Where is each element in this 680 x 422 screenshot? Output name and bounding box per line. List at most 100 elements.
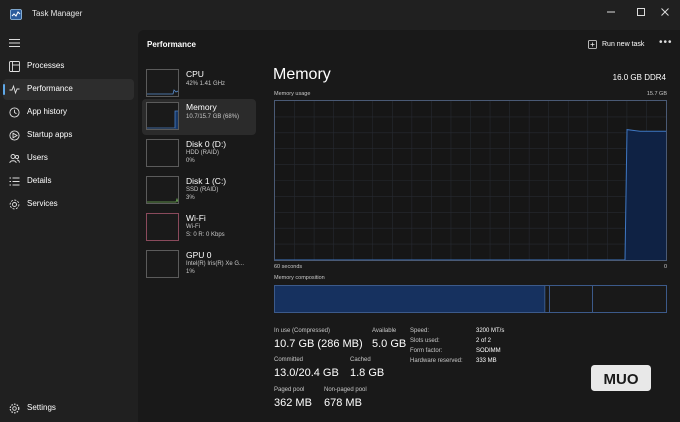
sidebar-item-label: Performance bbox=[27, 84, 73, 93]
memory-usage-graph bbox=[274, 100, 667, 261]
in-use-segment bbox=[275, 286, 545, 312]
memory-heading: Memory bbox=[273, 66, 331, 83]
paged-pool-label: Paged pool bbox=[274, 387, 305, 393]
spec-key: Form factor: bbox=[410, 348, 443, 354]
sidebar-item-app-history[interactable]: App history bbox=[3, 102, 134, 123]
device-wifi[interactable]: Wi-Fi Wi-Fi S: 0 R: 0 Kbps bbox=[142, 210, 256, 246]
in-use-label: In use (Compressed) bbox=[274, 328, 331, 334]
startup-apps-icon bbox=[9, 130, 20, 141]
maximize-icon bbox=[637, 8, 645, 16]
available-value: 5.0 GB bbox=[372, 338, 407, 350]
disk1-thumbnail bbox=[146, 176, 179, 204]
device-memory[interactable]: Memory 10.7/15.7 GB (68%) bbox=[142, 99, 256, 135]
device-name: Disk 0 (D:) bbox=[186, 139, 227, 149]
nonpaged-pool-value: 678 MB bbox=[324, 397, 362, 409]
device-disk1[interactable]: Disk 1 (C:) SSD (RAID) 3% bbox=[142, 173, 256, 209]
close-button[interactable] bbox=[650, 0, 680, 24]
muo-watermark-logo: MUO bbox=[590, 364, 652, 392]
memory-composition-chart bbox=[275, 286, 593, 312]
disk0-thumbnail bbox=[146, 139, 179, 167]
performance-icon bbox=[9, 84, 20, 95]
wifi-thumbnail bbox=[146, 213, 179, 241]
cached-value: 1.8 GB bbox=[350, 367, 385, 379]
device-cpu[interactable]: CPU 42% 1.41 GHz bbox=[142, 66, 256, 102]
sidebar-item-performance[interactable]: Performance bbox=[3, 79, 134, 100]
spec-key: Speed: bbox=[410, 328, 430, 334]
sidebar-item-label: Startup apps bbox=[27, 130, 73, 139]
run-new-task-button[interactable]: Run new task bbox=[588, 36, 644, 52]
cpu-thumbnail bbox=[146, 69, 179, 97]
sidebar-item-label: Settings bbox=[27, 403, 56, 412]
sidebar-item-label: Services bbox=[27, 199, 58, 208]
minimize-icon bbox=[607, 11, 615, 13]
page-title: Performance bbox=[147, 40, 196, 49]
gear-icon bbox=[9, 403, 20, 414]
active-indicator bbox=[3, 84, 5, 95]
device-usage: 0% bbox=[186, 158, 195, 164]
spec-value: 3200 MT/s bbox=[476, 328, 505, 334]
memory-usage-chart bbox=[275, 101, 666, 261]
services-icon bbox=[9, 199, 20, 210]
device-usage: 3% bbox=[186, 195, 195, 201]
sidebar-item-services[interactable]: Services bbox=[3, 194, 134, 215]
device-detail: Intel(R) Iris(R) Xe G... bbox=[186, 261, 245, 267]
spec-key: Slots used: bbox=[410, 338, 440, 344]
device-name: Disk 1 (C:) bbox=[186, 176, 227, 186]
device-name: CPU bbox=[186, 69, 204, 79]
sidebar-item-users[interactable]: Users bbox=[3, 148, 134, 169]
run-new-task-label: Run new task bbox=[602, 40, 645, 48]
task-manager-icon bbox=[10, 9, 22, 20]
committed-value: 13.0/20.4 GB bbox=[274, 367, 339, 379]
app-history-icon bbox=[9, 107, 20, 118]
device-usage: S: 0 R: 0 Kbps bbox=[186, 232, 225, 238]
device-gpu0[interactable]: GPU 0 Intel(R) Iris(R) Xe G... 1% bbox=[142, 247, 256, 283]
hamburger-menu-icon[interactable] bbox=[9, 38, 20, 48]
processes-icon bbox=[9, 61, 20, 72]
users-icon bbox=[9, 154, 20, 164]
device-usage: 1% bbox=[186, 269, 195, 275]
usage-max-label: 15.7 GB bbox=[646, 91, 667, 97]
watermark-text: MUO bbox=[604, 371, 639, 388]
memory-sparkline bbox=[147, 110, 178, 129]
device-detail: Wi-Fi bbox=[186, 224, 200, 230]
window-title: Task Manager bbox=[32, 9, 83, 18]
device-detail: 42% 1.41 GHz bbox=[186, 81, 226, 87]
gpu-thumbnail bbox=[146, 250, 179, 278]
available-label: Available bbox=[372, 328, 397, 334]
disk1-sparkline bbox=[147, 197, 179, 203]
more-options-button[interactable]: ••• bbox=[659, 37, 673, 48]
sidebar-item-processes[interactable]: Processes bbox=[3, 56, 134, 77]
sidebar-item-startup-apps[interactable]: Startup apps bbox=[3, 125, 134, 146]
memory-usage-fill bbox=[625, 129, 666, 260]
cached-label: Cached bbox=[350, 357, 371, 363]
sidebar-item-label: Users bbox=[27, 153, 48, 162]
device-detail: HDD (RAID) bbox=[186, 150, 219, 156]
nonpaged-pool-label: Non-paged pool bbox=[324, 387, 367, 393]
graph-time-right: 0 bbox=[663, 264, 667, 270]
in-use-value: 10.7 GB (286 MB) bbox=[274, 338, 363, 350]
device-name: GPU 0 bbox=[186, 250, 212, 260]
sidebar: Processes Performance App history Startu… bbox=[0, 30, 138, 422]
sidebar-item-label: App history bbox=[27, 107, 68, 116]
device-name: Wi-Fi bbox=[186, 213, 206, 223]
details-icon bbox=[9, 177, 20, 186]
device-disk0[interactable]: Disk 0 (D:) HDD (RAID) 0% bbox=[142, 136, 256, 172]
run-task-icon bbox=[588, 39, 597, 49]
spec-value: SODIMM bbox=[476, 348, 501, 354]
device-name: Memory bbox=[186, 102, 217, 112]
device-detail: 10.7/15.7 GB (68%) bbox=[186, 114, 240, 120]
memory-thumbnail bbox=[146, 102, 179, 130]
title-bar: Task Manager bbox=[0, 0, 680, 30]
minimize-button[interactable] bbox=[596, 0, 626, 24]
usage-graph-label: Memory usage bbox=[274, 91, 311, 97]
paged-pool-value: 362 MB bbox=[274, 397, 312, 409]
sidebar-item-details[interactable]: Details bbox=[3, 171, 134, 192]
spec-value: 333 MB bbox=[476, 358, 497, 364]
memory-composition-bar bbox=[274, 285, 667, 313]
composition-label: Memory composition bbox=[274, 275, 325, 281]
close-icon bbox=[661, 8, 669, 16]
sidebar-item-settings[interactable]: Settings bbox=[3, 398, 134, 419]
sidebar-item-label: Details bbox=[27, 176, 52, 185]
cpu-sparkline bbox=[147, 89, 179, 95]
graph-time-left: 60 seconds bbox=[274, 264, 303, 270]
